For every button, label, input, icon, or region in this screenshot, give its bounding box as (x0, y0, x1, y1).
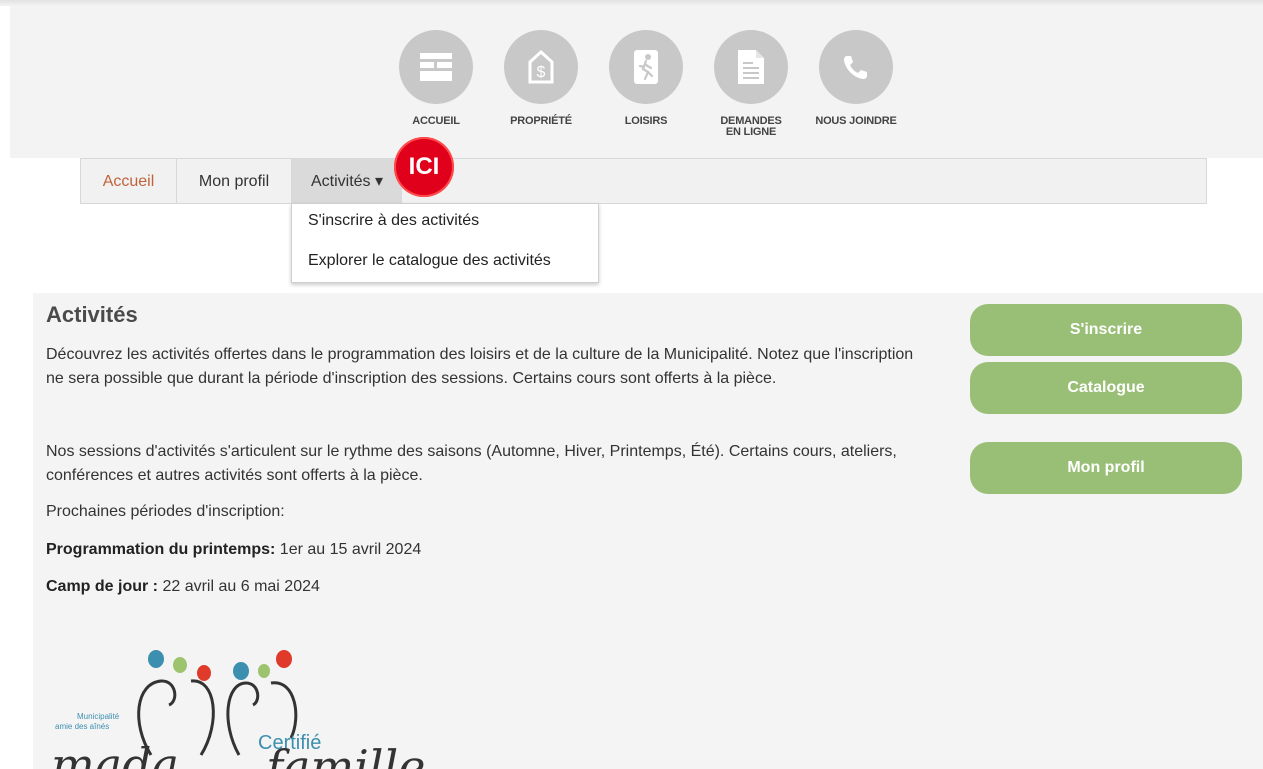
document-icon (714, 30, 788, 104)
nav-joindre[interactable]: NOUS JOINDRE (801, 30, 911, 127)
tab-activites[interactable]: Activités ▾ (292, 159, 402, 203)
nav-demandes[interactable]: DEMANDES EN LIGNE (696, 30, 806, 138)
ici-badge: ICI (394, 137, 454, 197)
mada-famille-logo: Municipalité amie des aînés mada Certifi… (51, 650, 425, 769)
nav-loisirs-label: LOISIRS (624, 115, 668, 127)
camp-dates: 22 avril au 6 mai 2024 (158, 578, 320, 595)
mada-line1: Municipalité (77, 712, 120, 721)
nav-accueil-label: ACCUEIL (412, 115, 460, 127)
tab-accueil[interactable]: Accueil (81, 159, 177, 203)
printemps-dates: 1er au 15 avril 2024 (275, 541, 422, 558)
nav-propriete[interactable]: $ PROPRIÉTÉ (486, 30, 596, 127)
menu-item-inscrire-activites[interactable]: S'inscrire à des activités (308, 212, 479, 230)
sessions-paragraph: Nos sessions d'activités s'articulent su… (46, 443, 897, 484)
prochaines-periodes: Prochaines périodes d'inscription: (46, 503, 285, 520)
nav-demandes-label: DEMANDES EN LIGNE (720, 115, 782, 138)
camp-label: Camp de jour : (46, 578, 159, 595)
mada-word: mada (51, 738, 179, 769)
programmation-printemps: Programmation du printemps: 1er au 15 av… (46, 538, 926, 562)
printemps-label: Programmation du printemps: (46, 541, 276, 558)
activites-dropdown-menu: S'inscrire à des activités Explorer le c… (291, 203, 599, 283)
main-content: Activités Découvrez les activités offert… (33, 293, 1263, 769)
inscrire-button[interactable]: S'inscrire (970, 304, 1242, 356)
intro-paragraph: Découvrez les activités offertes dans le… (46, 346, 914, 387)
dollar-house-icon: $ (504, 30, 578, 104)
running-person-icon (609, 30, 683, 104)
tab-mon-profil[interactable]: Mon profil (177, 159, 292, 203)
nav-loisirs[interactable]: LOISIRS (591, 30, 701, 127)
tab-bar: Accueil Mon profil Activités ▾ (80, 158, 1207, 204)
nav-joindre-label: NOUS JOINDRE (815, 115, 897, 127)
page-title: Activités (46, 302, 138, 327)
catalogue-button[interactable]: Catalogue (970, 362, 1242, 414)
svg-text:$: $ (537, 64, 546, 81)
site-header: ACCUEIL $ PROPRIÉTÉ LOISIRS DEMANDES EN … (10, 6, 1263, 158)
mon-profil-button[interactable]: Mon profil (970, 442, 1242, 494)
famille-word: famille (263, 740, 425, 769)
nav-accueil[interactable]: ACCUEIL (381, 30, 491, 127)
certification-logos: Municipalité amie des aînés mada Certifi… (51, 643, 431, 769)
menu-item-explorer-catalogue[interactable]: Explorer le catalogue des activités (308, 252, 551, 270)
phone-icon (819, 30, 893, 104)
layout-icon (399, 30, 473, 104)
mada-line2: amie des aînés (55, 722, 109, 731)
nav-propriete-label: PROPRIÉTÉ (510, 115, 572, 127)
camp-de-jour: Camp de jour : 22 avril au 6 mai 2024 (46, 575, 926, 599)
